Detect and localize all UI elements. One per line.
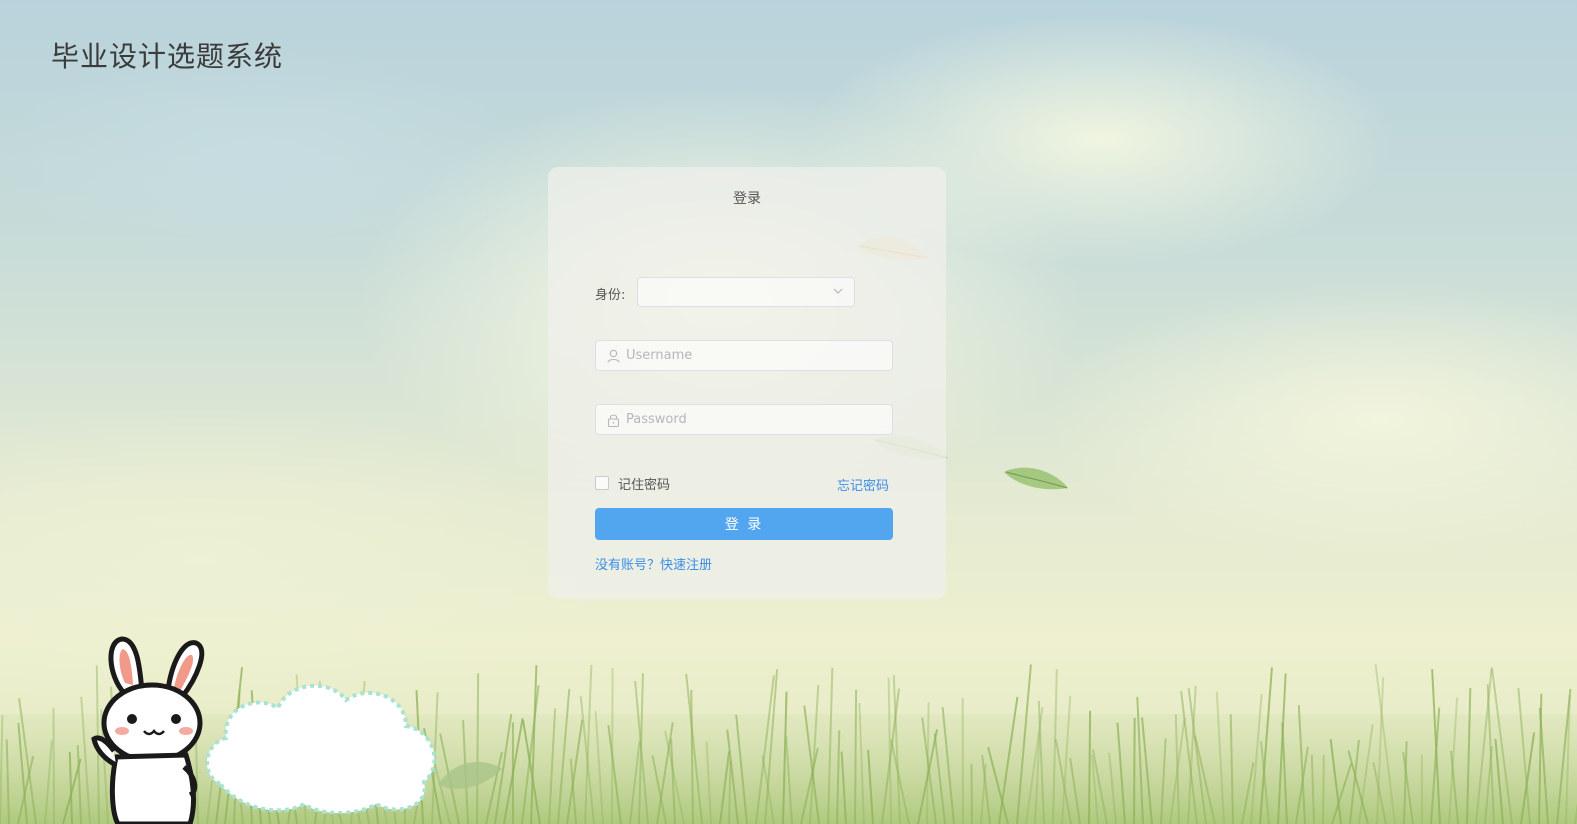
user-icon: [607, 349, 620, 363]
forgot-password-link[interactable]: 忘记密码: [837, 475, 889, 494]
register-link[interactable]: 没有账号？快速注册: [595, 554, 712, 573]
lock-icon: [607, 414, 620, 427]
grass-blade: [611, 668, 614, 824]
login-title: 登录: [733, 191, 761, 207]
cloud-bubble-illustration: [205, 683, 437, 814]
checkbox-box[interactable]: [595, 476, 609, 490]
leaf-icon: [438, 761, 502, 789]
role-label: 身份:: [595, 288, 626, 303]
grass-blade: [1133, 717, 1136, 824]
password-input[interactable]: [626, 405, 888, 434]
grass-blade: [476, 673, 480, 824]
username-input[interactable]: [626, 341, 888, 370]
app-title: 毕业设计选题系统: [51, 40, 284, 73]
grass-blade: [1322, 754, 1325, 824]
grass-blade: [970, 763, 973, 824]
username-field[interactable]: [595, 340, 893, 371]
remember-label: 记住密码: [618, 477, 671, 493]
grass-blade: [1088, 710, 1092, 824]
bunny-mascot-illustration: [91, 636, 205, 824]
login-page: 毕业设计选题系统 登录 身份: Username 记住密码 忘记密码 登 录 没…: [0, 0, 1577, 824]
leaf-icon: [1004, 467, 1068, 490]
grass-blade: [854, 689, 858, 824]
remember-checkbox[interactable]: 记住密码: [595, 474, 671, 493]
password-field[interactable]: [595, 404, 893, 435]
grass-blade: [52, 707, 55, 824]
login-card: 登录 身份: 记住密码 忘记密码: [548, 167, 946, 599]
login-button[interactable]: 登 录: [595, 508, 893, 540]
chevron-down-icon: [833, 288, 843, 294]
role-select[interactable]: [637, 277, 855, 307]
